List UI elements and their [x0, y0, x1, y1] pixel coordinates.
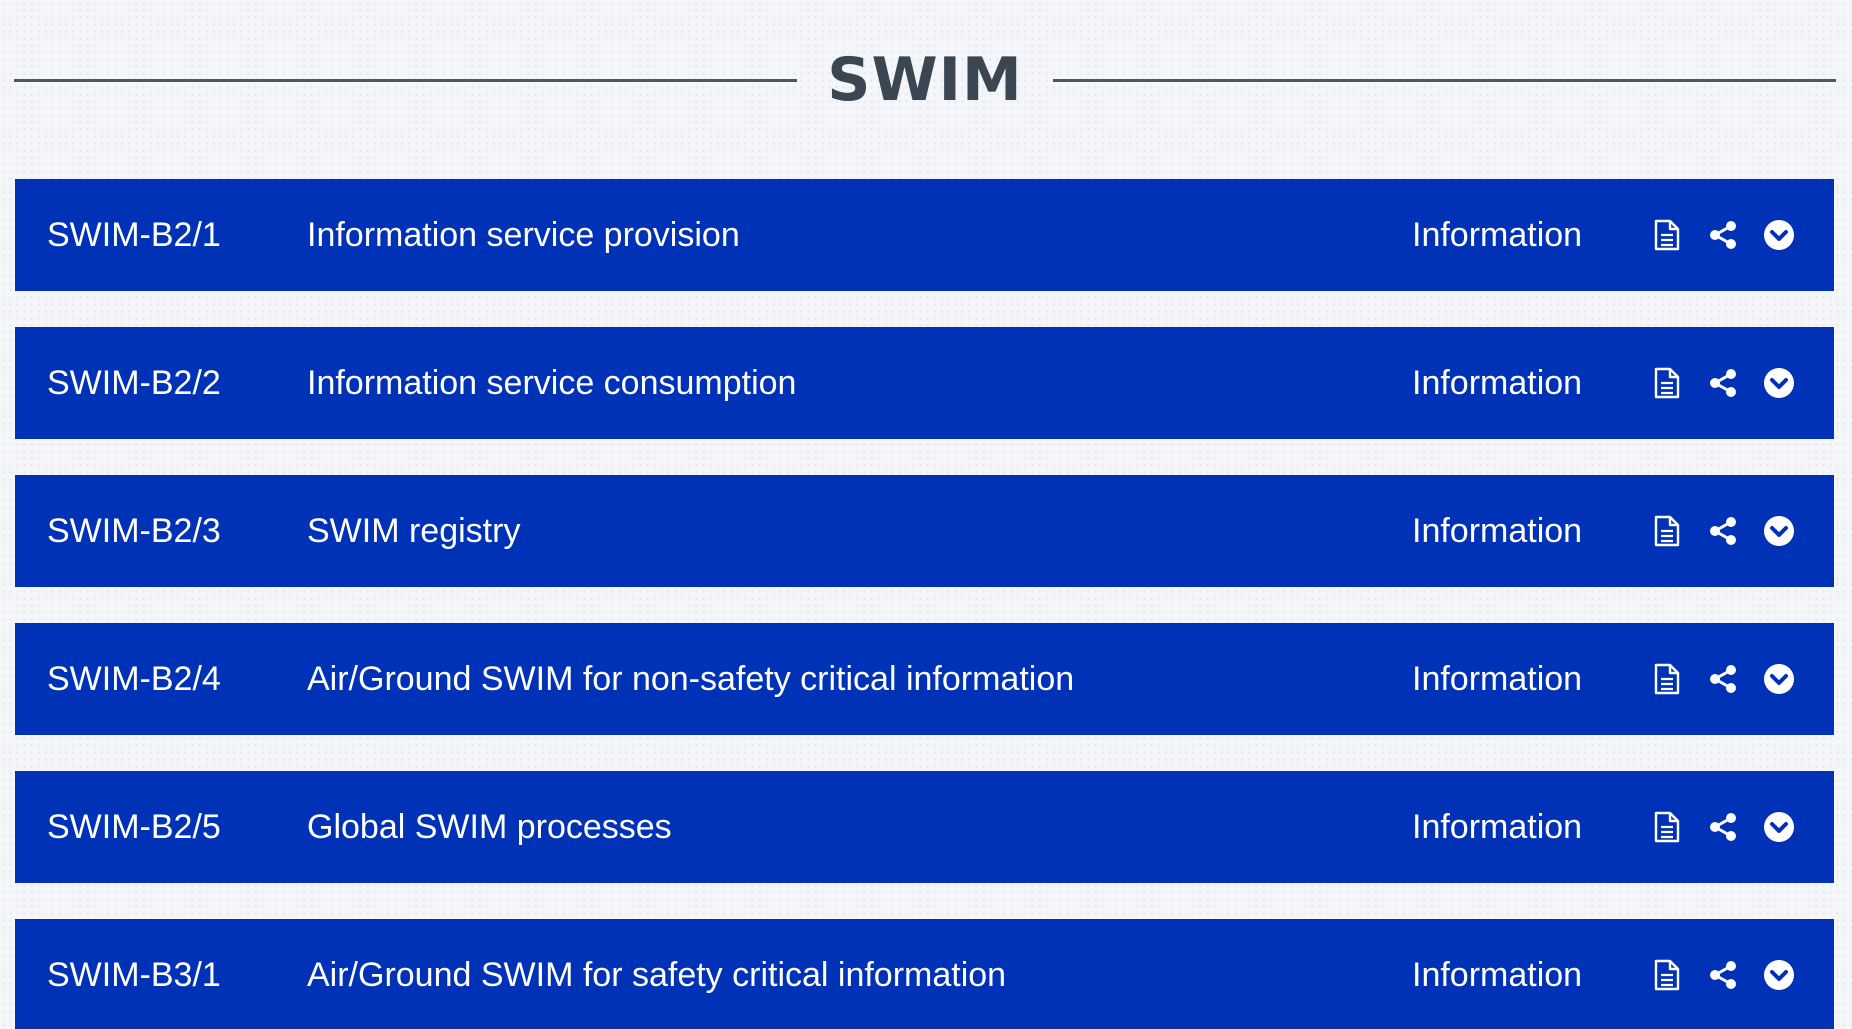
- chevron-down-circle-icon[interactable]: [1762, 218, 1796, 252]
- list-item[interactable]: SWIM-B2/4 Air/Ground SWIM for non-safety…: [15, 623, 1834, 735]
- element-category: Information: [1412, 659, 1583, 698]
- document-icon[interactable]: [1650, 366, 1684, 400]
- share-icon[interactable]: [1706, 366, 1740, 400]
- share-icon[interactable]: [1706, 514, 1740, 548]
- element-name: Information service consumption: [307, 363, 797, 402]
- row-actions: [1612, 366, 1834, 400]
- header-rule-right: [1052, 78, 1836, 82]
- document-icon[interactable]: [1650, 958, 1684, 992]
- element-category: Information: [1412, 511, 1583, 550]
- element-category: Information: [1412, 363, 1583, 402]
- list-item[interactable]: SWIM-B2/5 Global SWIM processes Informat…: [15, 771, 1834, 883]
- element-code: SWIM-B2/2: [47, 363, 221, 402]
- element-name: Air/Ground SWIM for non-safety critical …: [307, 659, 1075, 698]
- chevron-down-circle-icon[interactable]: [1762, 514, 1796, 548]
- element-category: Information: [1412, 955, 1583, 994]
- element-code: SWIM-B2/1: [47, 215, 221, 254]
- element-code: SWIM-B2/5: [47, 807, 221, 846]
- element-category: Information: [1412, 215, 1583, 254]
- list-item[interactable]: SWIM-B2/2 Information service consumptio…: [15, 327, 1834, 439]
- list-item[interactable]: SWIM-B2/3 SWIM registry Information: [15, 475, 1834, 587]
- element-list: SWIM-B2/1 Information service provision …: [15, 179, 1834, 1029]
- row-actions: [1612, 662, 1834, 696]
- chevron-down-circle-icon[interactable]: [1762, 366, 1796, 400]
- chevron-down-circle-icon[interactable]: [1762, 958, 1796, 992]
- document-icon[interactable]: [1650, 514, 1684, 548]
- element-name: Information service provision: [307, 215, 740, 254]
- share-icon[interactable]: [1706, 958, 1740, 992]
- row-actions: [1612, 810, 1834, 844]
- element-code: SWIM-B2/3: [47, 511, 221, 550]
- element-category: Information: [1412, 807, 1583, 846]
- element-name: SWIM registry: [307, 511, 521, 550]
- share-icon[interactable]: [1706, 810, 1740, 844]
- chevron-down-circle-icon[interactable]: [1762, 810, 1796, 844]
- element-name: Global SWIM processes: [307, 807, 672, 846]
- row-actions: [1612, 958, 1834, 992]
- list-item[interactable]: SWIM-B3/1 Air/Ground SWIM for safety cri…: [15, 919, 1834, 1029]
- row-actions: [1612, 218, 1834, 252]
- share-icon[interactable]: [1706, 218, 1740, 252]
- element-code: SWIM-B3/1: [47, 955, 221, 994]
- document-icon[interactable]: [1650, 810, 1684, 844]
- list-item[interactable]: SWIM-B2/1 Information service provision …: [15, 179, 1834, 291]
- row-actions: [1612, 514, 1834, 548]
- element-name: Air/Ground SWIM for safety critical info…: [307, 955, 1007, 994]
- section-header: SWIM: [14, 28, 1836, 132]
- page: SWIM SWIM-B2/1 Information service provi…: [0, 0, 1852, 1029]
- document-icon[interactable]: [1650, 662, 1684, 696]
- header-rule-left: [14, 78, 798, 82]
- section-title: SWIM: [827, 45, 1023, 115]
- chevron-down-circle-icon[interactable]: [1762, 662, 1796, 696]
- element-code: SWIM-B2/4: [47, 659, 221, 698]
- share-icon[interactable]: [1706, 662, 1740, 696]
- document-icon[interactable]: [1650, 218, 1684, 252]
